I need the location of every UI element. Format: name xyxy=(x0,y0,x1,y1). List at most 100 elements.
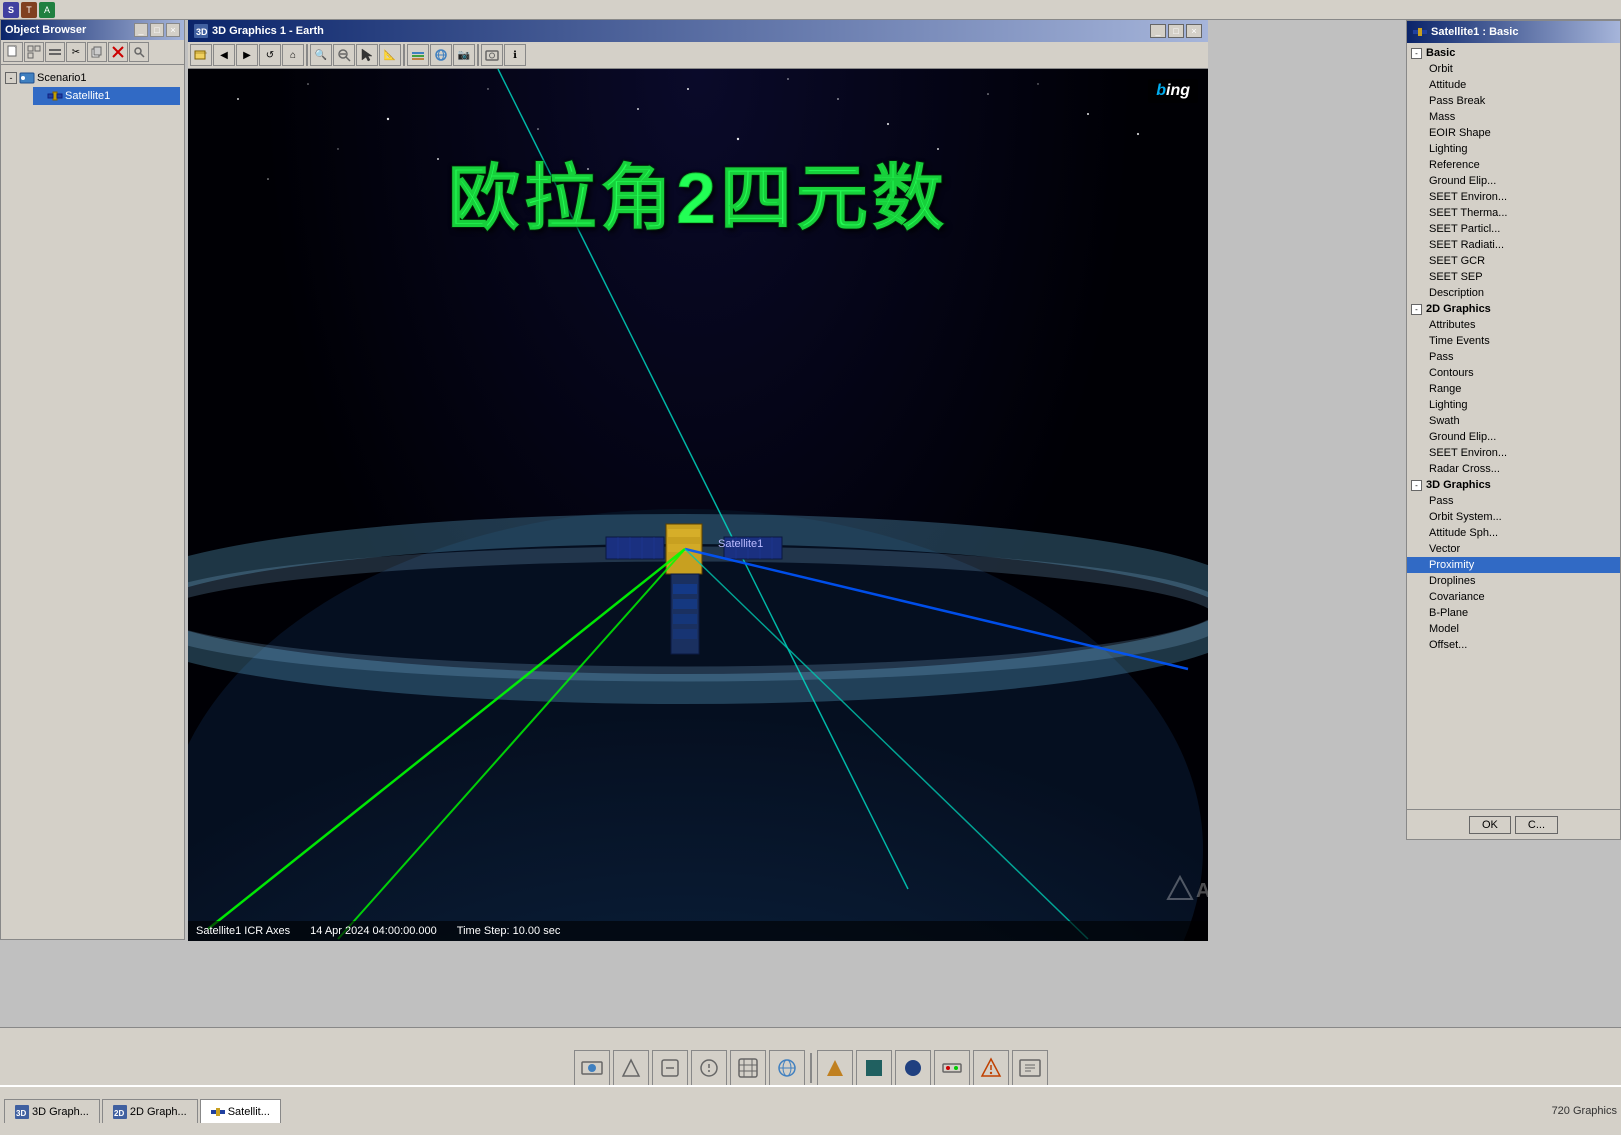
window-close[interactable]: × xyxy=(1186,24,1202,38)
prop-3d-vector[interactable]: Vector xyxy=(1407,541,1620,557)
prop-attitude[interactable]: Attitude xyxy=(1407,77,1620,93)
window-maximize[interactable]: □ xyxy=(1168,24,1184,38)
prop-2d-groundelip[interactable]: Ground Elip... xyxy=(1407,429,1620,445)
prop-3d-droplines[interactable]: Droplines xyxy=(1407,573,1620,589)
cancel-button[interactable]: C... xyxy=(1515,816,1558,834)
open-file-btn[interactable] xyxy=(190,44,212,66)
prop-ground-elip[interactable]: Ground Elip... xyxy=(1407,173,1620,189)
prop-2d-seetenviron[interactable]: SEET Environ... xyxy=(1407,445,1620,461)
satellite-icon xyxy=(47,88,63,104)
info-btn-9[interactable] xyxy=(895,1050,931,1086)
expand-basic[interactable]: - xyxy=(1411,48,1422,59)
info-btn-6[interactable] xyxy=(769,1050,805,1086)
prop-3d-attitudesph[interactable]: Attitude Sph... xyxy=(1407,525,1620,541)
prop-2d-pass[interactable]: Pass xyxy=(1407,349,1620,365)
info-btn-1[interactable] xyxy=(574,1050,610,1086)
zoom-out-btn[interactable] xyxy=(333,44,355,66)
ok-button[interactable]: OK xyxy=(1469,816,1511,834)
prop-eoir[interactable]: EOIR Shape xyxy=(1407,125,1620,141)
status-timestep: Time Step: 10.00 sec xyxy=(457,925,561,937)
scenario-label: Scenario1 xyxy=(37,72,87,84)
expand-icon[interactable]: - xyxy=(5,72,17,84)
expand-2d[interactable]: - xyxy=(1411,304,1422,315)
copy-btn[interactable] xyxy=(87,42,107,62)
prop-2d-contours[interactable]: Contours xyxy=(1407,365,1620,381)
prop-passbreak[interactable]: Pass Break xyxy=(1407,93,1620,109)
screenshot-btn[interactable] xyxy=(481,44,503,66)
find-btn[interactable] xyxy=(129,42,149,62)
prop-3d-bplane[interactable]: B-Plane xyxy=(1407,605,1620,621)
object-browser-titlebar: Object Browser _ □ × xyxy=(1,20,184,40)
info-btn-8[interactable] xyxy=(856,1050,892,1086)
satellite-label: Satellite1 xyxy=(65,90,110,102)
info-btn-4[interactable] xyxy=(691,1050,727,1086)
prop-2d-swath[interactable]: Swath xyxy=(1407,413,1620,429)
properties-list: - Basic Orbit Attitude Pass Break Mass E… xyxy=(1407,43,1620,806)
info-btn-11[interactable] xyxy=(973,1050,1009,1086)
globe-btn[interactable] xyxy=(430,44,452,66)
prop-orbit[interactable]: Orbit xyxy=(1407,61,1620,77)
expand-3d[interactable]: - xyxy=(1411,480,1422,491)
info-btn[interactable]: ℹ xyxy=(504,44,526,66)
prop-seet-sep[interactable]: SEET SEP xyxy=(1407,269,1620,285)
back-btn[interactable]: ◀ xyxy=(213,44,235,66)
tab-3d-graph[interactable]: 3D 3D Graph... xyxy=(4,1099,100,1123)
info-btn-10[interactable] xyxy=(934,1050,970,1086)
sys-icon-2[interactable]: T xyxy=(21,2,37,18)
sys-icon-1[interactable]: S xyxy=(3,2,19,18)
tab-2d-graph[interactable]: 2D 2D Graph... xyxy=(102,1099,198,1123)
prop-3d-pass[interactable]: Pass xyxy=(1407,493,1620,509)
info-btn-3[interactable] xyxy=(652,1050,688,1086)
zoom-in-btn[interactable]: 🔍 xyxy=(310,44,332,66)
prop-seet-gcr[interactable]: SEET GCR xyxy=(1407,253,1620,269)
prop-3d-offset[interactable]: Offset... xyxy=(1407,637,1620,653)
sys-icon-3[interactable]: A xyxy=(39,2,55,18)
new-btn[interactable] xyxy=(3,42,23,62)
prop-seet-environ[interactable]: SEET Environ... xyxy=(1407,189,1620,205)
collapse-btn[interactable] xyxy=(45,42,65,62)
group-2d-graphics[interactable]: - 2D Graphics xyxy=(1407,301,1620,317)
window-minimize[interactable]: _ xyxy=(1150,24,1166,38)
forward-btn[interactable]: ▶ xyxy=(236,44,258,66)
prop-2d-range[interactable]: Range xyxy=(1407,381,1620,397)
prop-2d-attributes[interactable]: Attributes xyxy=(1407,317,1620,333)
select-btn[interactable] xyxy=(356,44,378,66)
group-basic[interactable]: - Basic xyxy=(1407,45,1620,61)
prop-3d-proximity[interactable]: Proximity xyxy=(1407,557,1620,573)
refresh-btn[interactable]: ↺ xyxy=(259,44,281,66)
prop-3d-orbitsystem[interactable]: Orbit System... xyxy=(1407,509,1620,525)
prop-seet-therma[interactable]: SEET Therma... xyxy=(1407,205,1620,221)
tree-item-satellite[interactable]: Satellite1 xyxy=(33,87,180,105)
3d-viewport[interactable]: Satellite1 AGI 欧拉角2四元数 bing Satellite1 I… xyxy=(188,69,1208,941)
prop-2d-lighting[interactable]: Lighting xyxy=(1407,397,1620,413)
prop-seet-radiati[interactable]: SEET Radiati... xyxy=(1407,237,1620,253)
minimize-btn[interactable]: _ xyxy=(134,23,148,37)
cut-btn[interactable]: ✂ xyxy=(66,42,86,62)
layers-btn[interactable] xyxy=(407,44,429,66)
measure-btn[interactable]: 📐 xyxy=(379,44,401,66)
prop-2d-radarcross[interactable]: Radar Cross... xyxy=(1407,461,1620,477)
maximize-btn[interactable]: □ xyxy=(150,23,164,37)
info-btn-7[interactable] xyxy=(817,1050,853,1086)
prop-3d-covariance[interactable]: Covariance xyxy=(1407,589,1620,605)
prop-lighting[interactable]: Lighting xyxy=(1407,141,1620,157)
close-btn[interactable]: × xyxy=(166,23,180,37)
prop-reference[interactable]: Reference xyxy=(1407,157,1620,173)
3d-toolbar: ◀ ▶ ↺ ⌂ 🔍 📐 📷 ℹ xyxy=(188,42,1208,69)
delete-btn[interactable] xyxy=(108,42,128,62)
info-btn-12[interactable] xyxy=(1012,1050,1048,1086)
tree-item-scenario[interactable]: - Scenario1 xyxy=(5,69,180,87)
status-sat-label: Satellite1 ICR Axes xyxy=(196,925,290,937)
group-3d-graphics[interactable]: - 3D Graphics xyxy=(1407,477,1620,493)
prop-seet-particl[interactable]: SEET Particl... xyxy=(1407,221,1620,237)
prop-2d-timeevents[interactable]: Time Events xyxy=(1407,333,1620,349)
home-btn[interactable]: ⌂ xyxy=(282,44,304,66)
camera-btn[interactable]: 📷 xyxy=(453,44,475,66)
prop-3d-model[interactable]: Model xyxy=(1407,621,1620,637)
prop-description[interactable]: Description xyxy=(1407,285,1620,301)
info-btn-5[interactable] xyxy=(730,1050,766,1086)
prop-mass[interactable]: Mass xyxy=(1407,109,1620,125)
info-btn-2[interactable] xyxy=(613,1050,649,1086)
tab-satellite[interactable]: Satellit... xyxy=(200,1099,281,1123)
expand-btn[interactable] xyxy=(24,42,44,62)
